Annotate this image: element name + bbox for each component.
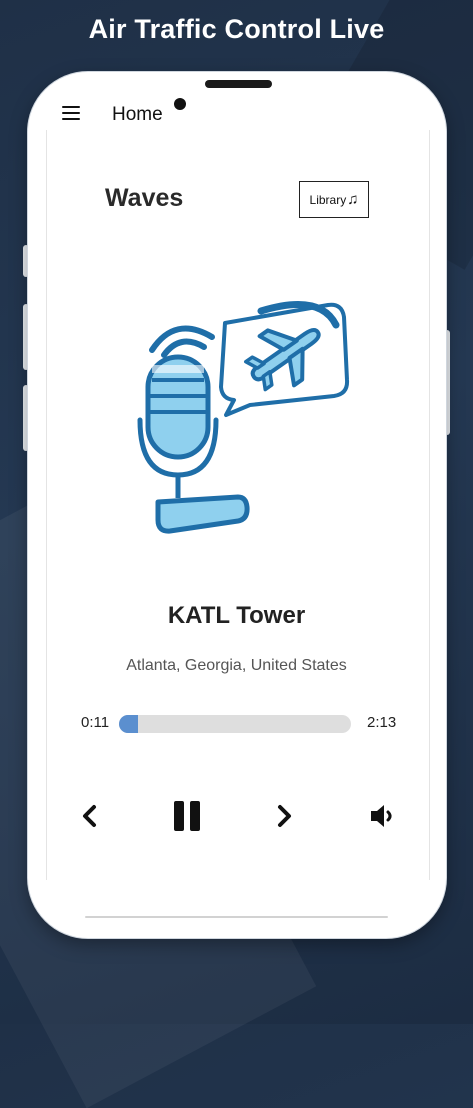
- app-bar-title: Home: [112, 104, 163, 125]
- section-title: Waves: [105, 184, 184, 212]
- phone-speaker: [205, 80, 272, 88]
- progress-bar[interactable]: [119, 715, 351, 733]
- pause-icon[interactable]: [172, 800, 202, 832]
- menu-icon[interactable]: [62, 106, 80, 122]
- station-location: Atlanta, Georgia, United States: [126, 657, 347, 674]
- microphone-plane-illustration: [137, 301, 350, 534]
- previous-icon[interactable]: [80, 804, 98, 828]
- elapsed-time: 0:11: [81, 714, 110, 731]
- music-note-icon: ♫: [347, 191, 359, 208]
- station-name: KATL Tower: [167, 602, 306, 629]
- library-button-label: Library: [309, 192, 347, 207]
- total-duration: 2:13: [367, 714, 397, 731]
- next-icon[interactable]: [276, 804, 294, 828]
- volume-icon[interactable]: [368, 802, 396, 830]
- headline: Air Traffic Control Live: [88, 14, 385, 44]
- phone-camera: [174, 98, 186, 110]
- library-button[interactable]: Library ♫: [299, 181, 369, 218]
- progress-fill: [119, 715, 139, 733]
- home-indicator: [85, 916, 388, 918]
